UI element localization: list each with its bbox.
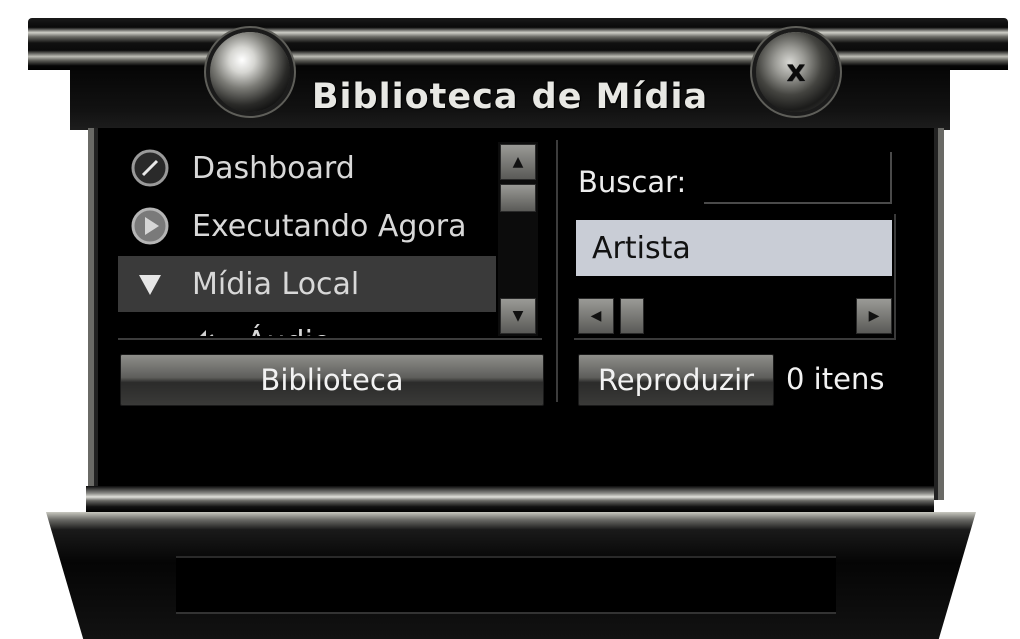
arrow-up-icon: ▲ [512,154,524,170]
close-button[interactable]: x [756,32,836,112]
search-label: Buscar: [578,165,687,199]
nav-item-now-playing[interactable]: Executando Agora [118,198,496,254]
item-count: 0 itens [786,362,885,396]
scroll-right-button[interactable]: ▶ [856,298,892,334]
arrow-down-icon: ▼ [512,308,524,324]
nav-bottom-border [118,338,542,340]
nav-scrollbar[interactable]: ▲ ▼ [498,142,538,336]
library-button[interactable]: Biblioteca [120,354,544,406]
artist-list: Artista ◀ ▶ [574,214,896,340]
window-title: Biblioteca de Mídia [311,77,709,117]
play-circle-icon [130,206,170,246]
nav-tree: Dashboard Executando Agora Mídia Local Á… [118,140,496,336]
speaker-icon [184,322,224,336]
close-icon: x [786,54,806,89]
triangle-down-icon [130,264,170,304]
arrow-right-icon: ▶ [868,308,880,324]
nav-item-local-media[interactable]: Mídia Local [118,256,496,312]
horizontal-scroll-thumb[interactable] [620,298,644,334]
list-horizontal-scrollbar[interactable]: ◀ ▶ [576,294,892,334]
dashboard-icon [130,148,170,188]
nav-item-dashboard[interactable]: Dashboard [118,140,496,196]
status-display [176,556,836,614]
scroll-thumb[interactable] [500,184,536,212]
nav-label: Dashboard [192,150,355,186]
search-input[interactable] [704,152,892,204]
scroll-left-button[interactable]: ◀ [578,298,614,334]
arrow-left-icon: ◀ [590,308,602,324]
nav-label: Executando Agora [192,208,467,244]
bottom-ledge-trim [86,486,934,512]
panel-divider [556,140,558,402]
nav-label: Mídia Local [192,266,360,302]
top-cornice [28,18,1008,70]
decorative-knob-icon [210,32,290,112]
list-item[interactable]: Artista [576,220,892,276]
scroll-up-button[interactable]: ▲ [500,144,536,180]
nav-item-audio[interactable]: Áudio [118,314,496,336]
nav-label: Áudio [246,325,331,337]
scroll-down-button[interactable]: ▼ [500,298,536,334]
play-button[interactable]: Reproduzir [578,354,774,406]
